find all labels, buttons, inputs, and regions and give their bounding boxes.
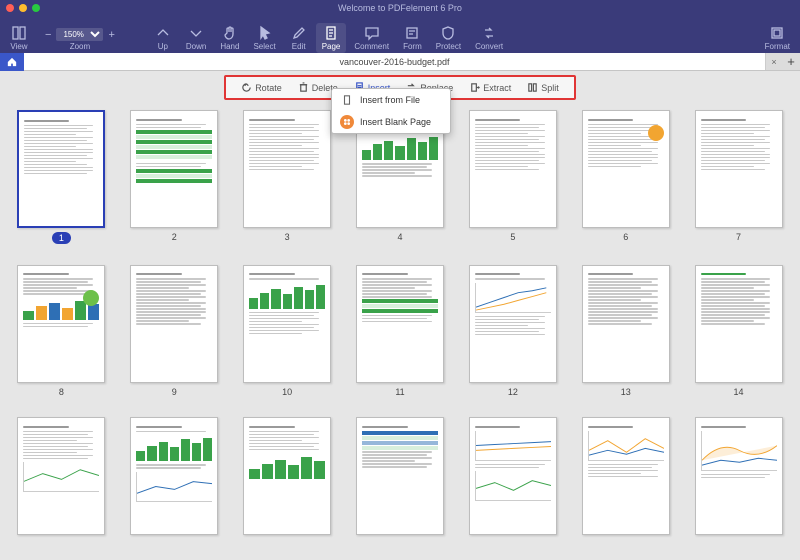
page-thumb-5[interactable]: 5 bbox=[465, 110, 560, 259]
page-thumb-8[interactable]: 8 bbox=[14, 265, 109, 412]
page-thumb-16[interactable] bbox=[127, 417, 222, 550]
page-thumb-10[interactable]: 10 bbox=[240, 265, 335, 412]
document-tab[interactable]: vancouver-2016-budget.pdf bbox=[24, 53, 766, 70]
edit-button[interactable]: Edit bbox=[284, 23, 314, 53]
form-button[interactable]: Form bbox=[397, 23, 428, 53]
page-thumb-19[interactable] bbox=[465, 417, 560, 550]
page-thumb-9[interactable]: 9 bbox=[127, 265, 222, 412]
page-thumbnail-grid: 1 2 3 4 5 6 7 8 9 10 11 12 bbox=[0, 104, 800, 560]
page-thumb-14[interactable]: 14 bbox=[691, 265, 786, 412]
zoom-out-button[interactable]: − bbox=[42, 29, 54, 41]
blank-page-icon bbox=[340, 115, 354, 129]
file-icon bbox=[340, 93, 354, 107]
zoom-in-button[interactable]: + bbox=[105, 29, 117, 41]
select-button[interactable]: Select bbox=[247, 23, 281, 53]
insert-from-file[interactable]: Insert from File bbox=[332, 89, 450, 111]
hand-button[interactable]: Hand bbox=[214, 23, 245, 53]
main-toolbar: View − 150% + Zoom Up Down Hand Select E… bbox=[0, 15, 800, 53]
down-button[interactable]: Down bbox=[180, 23, 212, 53]
comment-button[interactable]: Comment bbox=[348, 23, 395, 53]
page-thumb-12[interactable]: 12 bbox=[465, 265, 560, 412]
page-button[interactable]: Page bbox=[316, 23, 347, 53]
insert-blank-page[interactable]: Insert Blank Page bbox=[332, 111, 450, 133]
new-tab-button[interactable]: + bbox=[782, 54, 800, 69]
zoom-control[interactable]: − 150% + Zoom bbox=[36, 26, 124, 53]
tab-bar: vancouver-2016-budget.pdf × + bbox=[0, 53, 800, 71]
page-thumb-1[interactable]: 1 bbox=[14, 110, 109, 259]
format-button[interactable]: Format bbox=[759, 23, 796, 53]
page-thumb-20[interactable] bbox=[578, 417, 673, 550]
page-thumb-21[interactable] bbox=[691, 417, 786, 550]
protect-button[interactable]: Protect bbox=[430, 23, 467, 53]
window-titlebar: Welcome to PDFelement 6 Pro bbox=[0, 0, 800, 15]
page-thumb-15[interactable] bbox=[14, 417, 109, 550]
convert-button[interactable]: Convert bbox=[469, 23, 509, 53]
page-thumb-17[interactable] bbox=[240, 417, 335, 550]
page-thumb-7[interactable]: 7 bbox=[691, 110, 786, 259]
close-tab-button[interactable]: × bbox=[766, 57, 782, 67]
page-thumb-6[interactable]: 6 bbox=[578, 110, 673, 259]
rotate-button[interactable]: Rotate bbox=[236, 80, 287, 95]
app-title: Welcome to PDFelement 6 Pro bbox=[0, 3, 800, 13]
split-button[interactable]: Split bbox=[522, 80, 564, 95]
page-thumb-3[interactable]: 3 bbox=[240, 110, 335, 259]
page-thumb-18[interactable] bbox=[353, 417, 448, 550]
home-tab[interactable] bbox=[0, 53, 24, 71]
page-thumb-13[interactable]: 13 bbox=[578, 265, 673, 412]
insert-dropdown: Insert from File Insert Blank Page bbox=[331, 88, 451, 134]
view-button[interactable]: View bbox=[4, 23, 34, 53]
page-thumb-11[interactable]: 11 bbox=[353, 265, 448, 412]
zoom-select[interactable]: 150% bbox=[56, 28, 103, 41]
extract-button[interactable]: Extract bbox=[464, 80, 516, 95]
page-thumb-2[interactable]: 2 bbox=[127, 110, 222, 259]
up-button[interactable]: Up bbox=[148, 23, 178, 53]
